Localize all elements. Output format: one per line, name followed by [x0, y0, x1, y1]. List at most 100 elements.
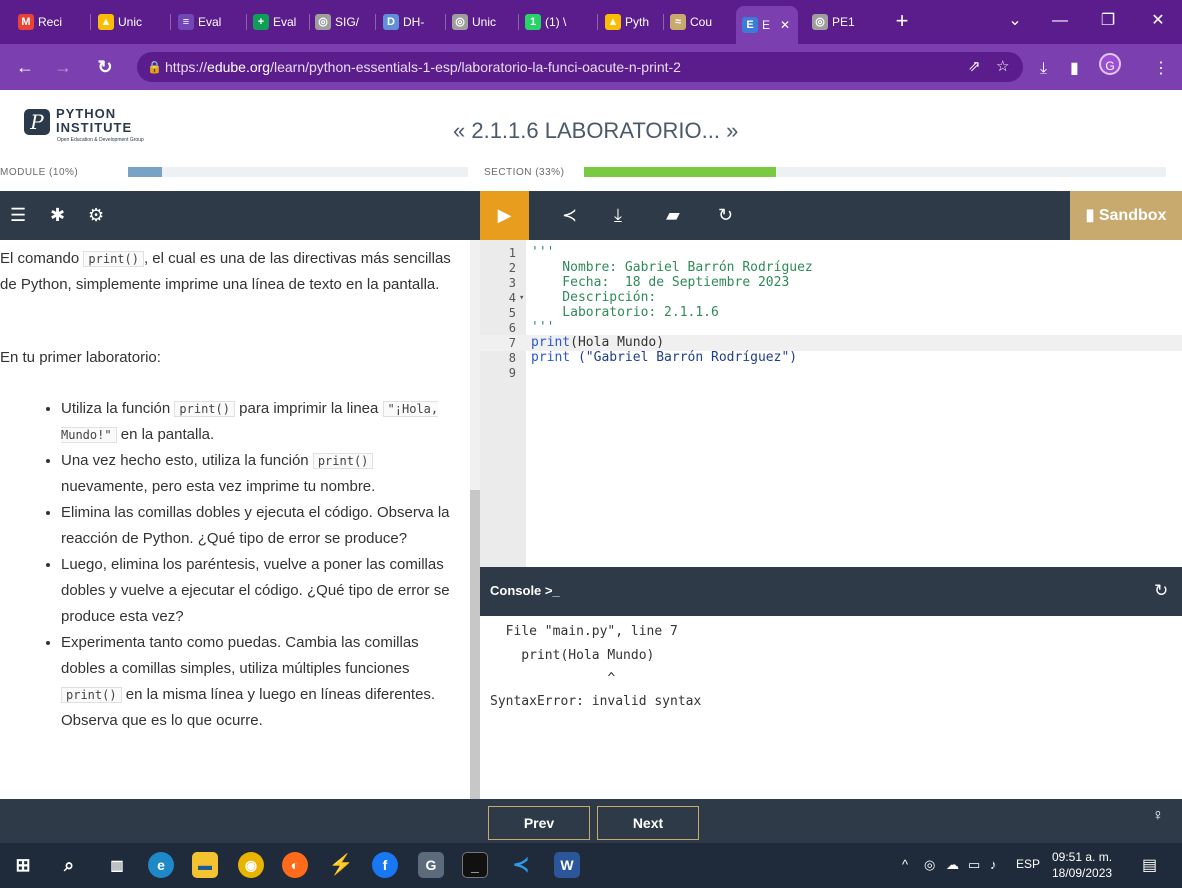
- minimize-button[interactable]: —: [1040, 6, 1080, 36]
- course-header: P PYTHON INSTITUTE Open Education & Deve…: [0, 90, 1182, 191]
- browser-tab[interactable]: ▲ Unic: [92, 8, 168, 36]
- browser-tab[interactable]: 1 (1) \: [519, 8, 595, 36]
- vscode-icon[interactable]: ≺: [508, 852, 534, 878]
- battery-icon[interactable]: ▭: [968, 857, 980, 873]
- chrome-profile-icon[interactable]: G: [418, 852, 444, 878]
- firefox-icon[interactable]: ◐: [282, 852, 308, 878]
- terminal-icon[interactable]: _: [462, 852, 488, 878]
- tab-search-chevron-icon[interactable]: ⌄: [995, 6, 1035, 36]
- line-number: 5: [508, 306, 516, 320]
- new-tab-button[interactable]: +: [889, 8, 915, 34]
- search-icon[interactable]: ⌕: [56, 852, 82, 878]
- code-keyword: print: [531, 335, 571, 350]
- code-text: ''': [531, 245, 555, 260]
- reload-icon[interactable]: ↻: [92, 54, 118, 80]
- drive-icon: ▲: [98, 14, 114, 30]
- tab-separator: [375, 14, 376, 30]
- share-icon[interactable]: ⇗: [968, 52, 981, 82]
- next-button[interactable]: Next: [597, 806, 699, 840]
- browser-tab[interactable]: ◎ Unic: [446, 8, 516, 36]
- word-icon[interactable]: W: [554, 852, 580, 878]
- reset-icon[interactable]: ↻: [718, 205, 733, 226]
- browser-tab-label: E: [762, 18, 771, 32]
- sandbox-button[interactable]: ▮ Sandbox: [1070, 191, 1182, 240]
- prev-button[interactable]: Prev: [488, 806, 590, 840]
- chrome-icon[interactable]: ◉: [238, 852, 264, 878]
- bug-icon[interactable]: ✱: [50, 205, 65, 226]
- fold-toggle-icon[interactable]: ▾: [519, 290, 524, 306]
- clock-time: 09:51 a. m.: [1052, 850, 1113, 864]
- code-line[interactable]: 8 print ("Gabriel Barrón Rodríguez"): [480, 350, 1182, 366]
- browser-tab[interactable]: ◎ SIG/: [309, 8, 373, 36]
- menu-hamburger-icon[interactable]: ☰: [10, 205, 26, 226]
- code-line[interactable]: 6 ''': [480, 320, 1182, 336]
- folder-open-icon[interactable]: ▰: [666, 205, 680, 226]
- code-editor[interactable]: 1 ''' 2 Nombre: Gabriel Barrón Rodríguez 3 …: [480, 240, 1182, 567]
- browser-tab[interactable]: E E ✕: [736, 6, 798, 44]
- onedrive-cloud-icon[interactable]: ☁: [946, 857, 959, 873]
- bookmark-star-icon[interactable]: ☆: [996, 52, 1009, 82]
- url-field[interactable]: 🔒 https://edube.org/learn/python-essenti…: [137, 52, 1023, 82]
- code-text: Laboratorio: 2.1.1.6: [531, 305, 719, 320]
- line-number: 1: [508, 246, 516, 260]
- language-indicator[interactable]: ESP: [1016, 857, 1040, 871]
- browser-tab[interactable]: ▲ Pyth: [599, 8, 661, 36]
- code-line[interactable]: 5 Laboratorio: 2.1.1.6: [480, 305, 1182, 321]
- close-tab-icon[interactable]: ✕: [780, 18, 790, 32]
- task-code: print(): [312, 453, 374, 469]
- code-keyword: print: [531, 350, 571, 365]
- python-institute-logo[interactable]: P: [24, 109, 50, 135]
- app-lightning-icon[interactable]: ⚡: [328, 852, 354, 878]
- lab-instructions: El comando print(), el cual es una de la…: [0, 240, 470, 799]
- restore-button[interactable]: ❐: [1088, 6, 1128, 36]
- browser-tab[interactable]: + Eval: [247, 8, 307, 36]
- run-button[interactable]: ▶: [480, 191, 529, 240]
- download-icon[interactable]: ⤓: [1040, 60, 1047, 78]
- volume-icon[interactable]: ♪: [990, 857, 997, 872]
- share-icon[interactable]: ≺: [562, 205, 577, 226]
- console-reset-icon[interactable]: ↻: [1154, 581, 1168, 601]
- hint-lightbulb-icon[interactable]: ♀: [1152, 807, 1164, 825]
- side-panel-icon[interactable]: ▮: [1070, 58, 1079, 78]
- lab-task-list: Utiliza la función print() para imprimir…: [0, 396, 460, 734]
- browser-tab[interactable]: M Reci: [12, 8, 88, 36]
- facebook-icon[interactable]: f: [372, 852, 398, 878]
- module-progress-label: MODULE (10%): [0, 167, 79, 178]
- instructions-scrollbar-thumb[interactable]: [470, 490, 480, 799]
- browser-tab-label: SIG/: [335, 15, 360, 29]
- download-icon[interactable]: ⤓: [614, 205, 622, 226]
- system-clock[interactable]: 09:51 a. m. 18/09/2023: [1052, 849, 1112, 881]
- tray-app-icon[interactable]: ◎: [924, 857, 935, 873]
- lesson-breadcrumb[interactable]: « 2.1.1.6 LABORATORIO... »: [453, 118, 738, 144]
- settings-gear-icon[interactable]: ⚙: [88, 205, 104, 226]
- console-output[interactable]: File "main.py", line 7 print(Hola Mundo)…: [480, 616, 1182, 799]
- edge-icon[interactable]: e: [148, 852, 174, 878]
- back-arrow-icon[interactable]: ←: [12, 54, 38, 80]
- browser-tab-label: (1) \: [545, 15, 567, 29]
- browser-tab[interactable]: ≈ Cou: [664, 8, 732, 36]
- logo-line1: PYTHON: [56, 106, 117, 121]
- code-text: Fecha: 18 de Septiembre 2023: [531, 275, 790, 290]
- code-line[interactable]: 4 ▾ Descripción:: [480, 290, 1182, 306]
- browser-tab[interactable]: ≡ Eval: [172, 8, 244, 36]
- list-item: Elimina las comillas dobles y ejecuta el…: [61, 500, 460, 552]
- line-number: 7: [508, 336, 516, 350]
- file-explorer-icon[interactable]: ▬: [192, 852, 218, 878]
- forward-arrow-icon[interactable]: →: [50, 54, 76, 80]
- browser-tab[interactable]: ◎ PE1: [806, 8, 876, 36]
- tray-chevron-icon[interactable]: ^: [902, 857, 908, 872]
- code-line[interactable]: 2 Nombre: Gabriel Barrón Rodríguez: [480, 260, 1182, 276]
- windows-start-icon[interactable]: ⊞: [10, 852, 36, 878]
- code-line[interactable]: 9: [480, 365, 1182, 381]
- browser-menu-icon[interactable]: ⋮: [1153, 58, 1169, 78]
- notifications-icon[interactable]: ▤: [1142, 855, 1157, 875]
- globe-icon: ◎: [812, 14, 828, 30]
- task-view-icon[interactable]: ▥: [104, 852, 130, 878]
- code-line[interactable]: 3 Fecha: 18 de Septiembre 2023: [480, 275, 1182, 291]
- code-line[interactable]: 1 ''': [480, 245, 1182, 261]
- browser-tab[interactable]: D DH-: [377, 8, 443, 36]
- code-line[interactable]: 7 print(Hola Mundo): [480, 335, 1182, 351]
- close-window-button[interactable]: ✕: [1138, 6, 1178, 36]
- browser-tab-label: Eval: [198, 15, 222, 29]
- profile-avatar[interactable]: G: [1099, 53, 1121, 75]
